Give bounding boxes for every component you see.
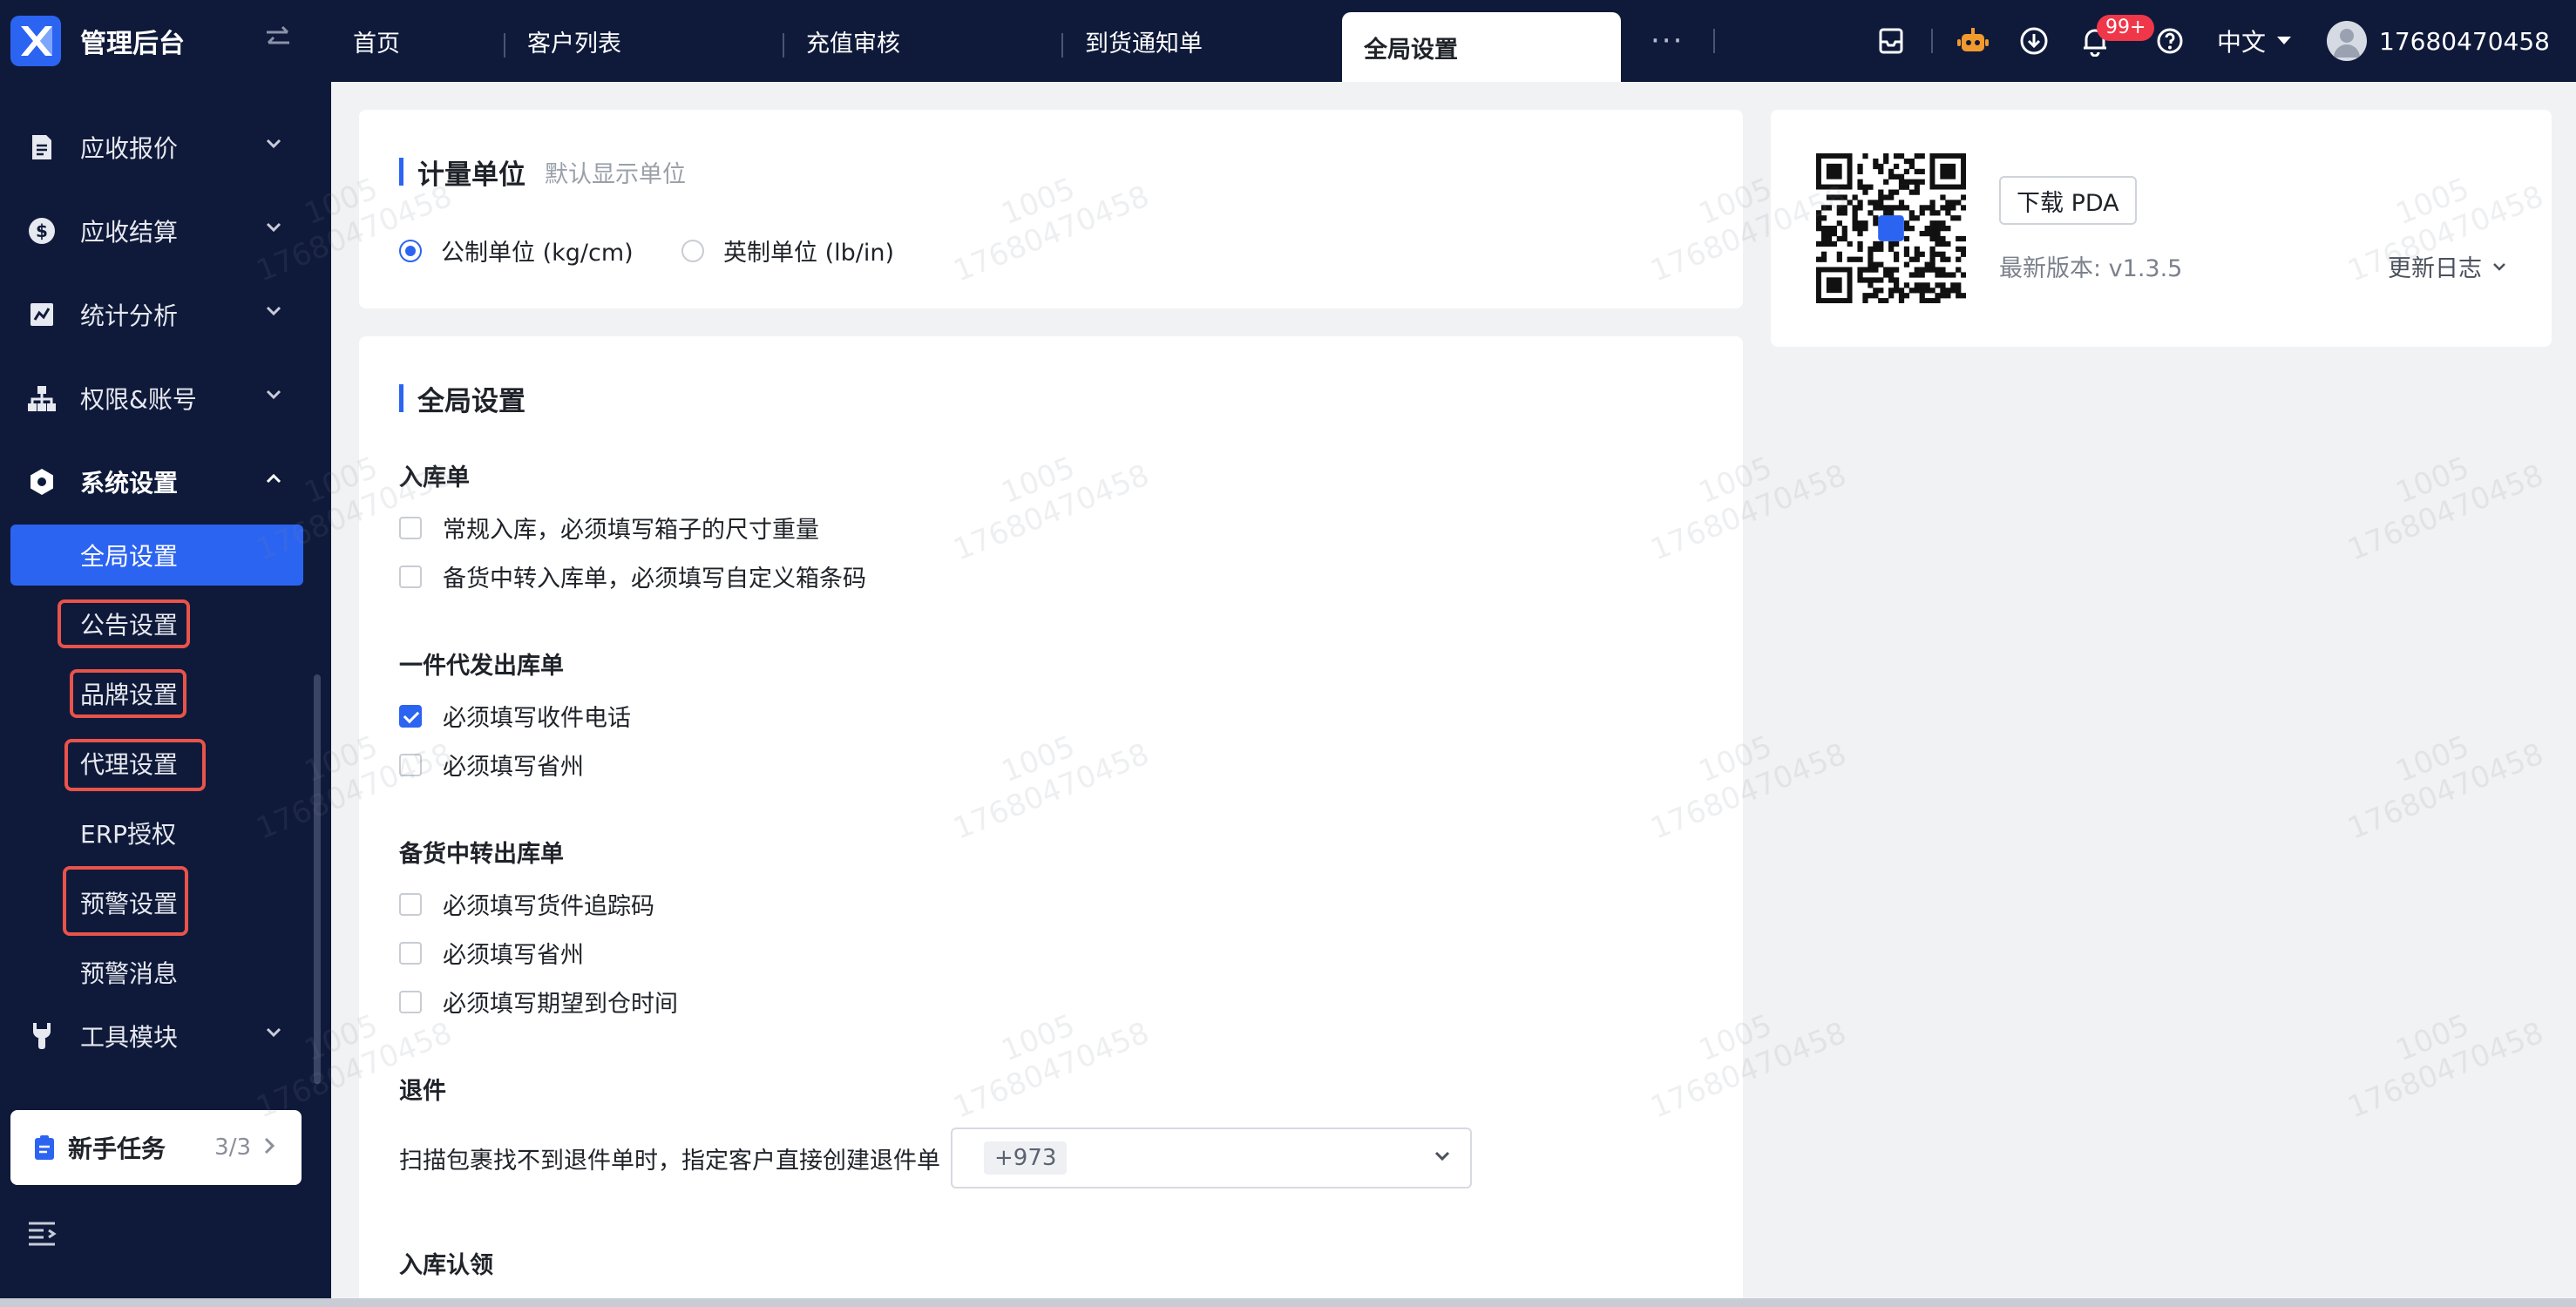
checkbox[interactable]	[399, 704, 422, 728]
radio-button[interactable]	[399, 239, 422, 262]
sidebar-group-receivable-quote[interactable]: 应收报价	[0, 117, 331, 178]
highlight-box	[58, 599, 190, 648]
tab-recharge-review[interactable]: 充值审核	[784, 0, 1063, 82]
robot-icon[interactable]	[1956, 24, 1990, 58]
checkbox-transfer-state[interactable]: 必须填写省州	[399, 936, 584, 970]
help-icon[interactable]	[2152, 24, 2187, 58]
radio-metric[interactable]: 公制单位 (kg/cm)	[399, 234, 634, 267]
sidebar-scrollbar[interactable]	[314, 674, 321, 1084]
selected-tag: +973	[984, 1141, 1068, 1175]
watermark-text: 100517680470458	[2342, 450, 2549, 568]
sidebar-group-permissions[interactable]: 权限&账号	[0, 368, 331, 429]
units-card: 计量单位 默认显示单位 公制单位 (kg/cm) 英制单位 (lb/in)	[359, 110, 1743, 308]
onboarding-task-card[interactable]: 新手任务 3/3	[10, 1110, 302, 1185]
chevron-down-icon	[266, 139, 281, 149]
chevron-down-icon	[266, 389, 281, 400]
checkbox[interactable]	[399, 565, 422, 588]
highlight-box	[70, 669, 186, 718]
dollar-coin-icon: $	[26, 215, 58, 247]
group-dropship-title: 一件代发出库单	[399, 653, 564, 680]
checkbox-inbound-dimensions[interactable]: 常规入库，必须填写箱子的尺寸重量	[399, 511, 819, 545]
checkbox-dropship-state[interactable]: 必须填写省州	[399, 748, 584, 782]
chevron-down-icon	[266, 306, 281, 316]
document-icon	[26, 132, 58, 163]
divider	[1713, 29, 1716, 53]
radio-button[interactable]	[681, 239, 704, 262]
username[interactable]: 17680470458	[2379, 27, 2550, 56]
chevron-down-icon	[266, 222, 281, 233]
svg-text:$: $	[36, 220, 48, 241]
menu-collapse-icon[interactable]	[26, 1220, 58, 1249]
global-settings-card: 全局设置 入库单 常规入库，必须填写箱子的尺寸重量 备货中转入库单，必须填写自定…	[359, 336, 1743, 1307]
sidebar-item-erp-authorization[interactable]: ERP授权	[80, 816, 176, 850]
more-tabs-icon[interactable]: ···	[1621, 24, 1713, 58]
caret-down-icon	[2277, 37, 2292, 44]
chevron-right-icon	[264, 1137, 275, 1155]
highlight-box	[63, 866, 188, 936]
returns-customer-row: 扫描包裹找不到退件单时，指定客户直接创建退件单 +973	[399, 1128, 1472, 1188]
checkbox-inbound-box-barcode[interactable]: 备货中转入库单，必须填写自定义箱条码	[399, 559, 866, 593]
notification-badge: 99+	[2097, 15, 2155, 41]
global-section-title: 全局设置	[399, 383, 525, 417]
watermark-text: 100517680470458	[2342, 728, 2549, 847]
chevron-down-icon	[1434, 1151, 1450, 1161]
group-returns-title: 退件	[399, 1078, 446, 1105]
header-actions: 99+ 中文 17680470458	[1874, 0, 2576, 82]
checkbox[interactable]	[399, 753, 422, 776]
wrench-icon	[26, 1020, 58, 1052]
org-tree-icon	[26, 383, 58, 414]
tab-customer-list[interactable]: 客户列表	[505, 0, 784, 82]
sidebar-item-alert-messages[interactable]: 预警消息	[80, 955, 178, 990]
sidebar-group-receivable-settlement[interactable]: $ 应收结算	[0, 200, 331, 261]
radio-imperial[interactable]: 英制单位 (lb/in)	[681, 234, 894, 267]
returns-customer-select[interactable]: +973	[951, 1128, 1472, 1188]
top-bar: 管理后台 首页 客户列表 充值审核 到货通知单 全局设置 ··· 99+ 中文 …	[0, 0, 2576, 82]
sidebar-group-statistics[interactable]: 统计分析	[0, 284, 331, 345]
avatar[interactable]	[2327, 21, 2368, 61]
sidebar-group-tools[interactable]: 工具模块	[0, 1006, 331, 1067]
changelog-toggle[interactable]: 更新日志	[2388, 249, 2506, 283]
checkbox[interactable]	[399, 990, 422, 1013]
group-inbound-claim-title: 入库认领	[399, 1252, 493, 1279]
sidebar: 应收报价 $ 应收结算 统计分析 权限&账号 系统设置 全局设置 公告设置 品牌…	[0, 82, 331, 1307]
divider	[1931, 29, 1934, 53]
bell-icon[interactable]: 99+	[2078, 15, 2155, 58]
app-logo	[10, 16, 61, 66]
qr-code-image	[1816, 153, 1966, 303]
pda-card: 下载 PDA 最新版本: v1.3.5 更新日志	[1771, 110, 2552, 347]
bottom-edge	[0, 1298, 2576, 1307]
group-inbound-title: 入库单	[399, 464, 470, 491]
group-transfer-out-title: 备货中转出库单	[399, 841, 564, 868]
watermark-text: 100517680470458	[2342, 1007, 2549, 1126]
latest-version: 最新版本: v1.3.5	[1999, 255, 2183, 282]
language-select[interactable]: 中文	[2217, 24, 2292, 58]
tab-global-settings[interactable]: 全局设置	[1342, 12, 1621, 82]
chevron-up-icon	[266, 473, 281, 484]
brand-title: 管理后台	[80, 29, 185, 59]
download-icon[interactable]	[2017, 24, 2051, 58]
sidebar-group-system-settings[interactable]: 系统设置	[0, 451, 331, 512]
units-section-title: 计量单位 默认显示单位	[399, 157, 686, 191]
swap-arrows-icon[interactable]	[263, 24, 293, 58]
tab-strip: 首页 客户列表 充值审核 到货通知单 全局设置 ···	[331, 0, 1716, 82]
download-pda-button[interactable]: 下载 PDA	[1999, 176, 2137, 225]
highlight-box	[64, 739, 206, 791]
chart-icon	[26, 299, 58, 330]
checkbox[interactable]	[399, 516, 422, 539]
chevron-down-icon	[266, 1027, 281, 1038]
sidebar-item-global-settings[interactable]: 全局设置	[10, 525, 303, 586]
checkbox[interactable]	[399, 941, 422, 965]
tab-home[interactable]: 首页	[331, 0, 505, 82]
checkbox[interactable]	[399, 892, 422, 916]
clipboard-icon	[35, 1135, 54, 1160]
inbox-icon[interactable]	[1874, 24, 1908, 58]
tab-arrival-notice[interactable]: 到货通知单	[1063, 0, 1342, 82]
checkbox-dropship-phone[interactable]: 必须填写收件电话	[399, 699, 631, 733]
checkbox-transfer-arrival-time[interactable]: 必须填写期望到仓时间	[399, 985, 678, 1019]
checkbox-transfer-tracking[interactable]: 必须填写货件追踪码	[399, 887, 654, 921]
chevron-down-icon	[2493, 262, 2505, 271]
hexagon-gear-icon	[26, 466, 58, 498]
brand: 管理后台	[0, 0, 331, 82]
